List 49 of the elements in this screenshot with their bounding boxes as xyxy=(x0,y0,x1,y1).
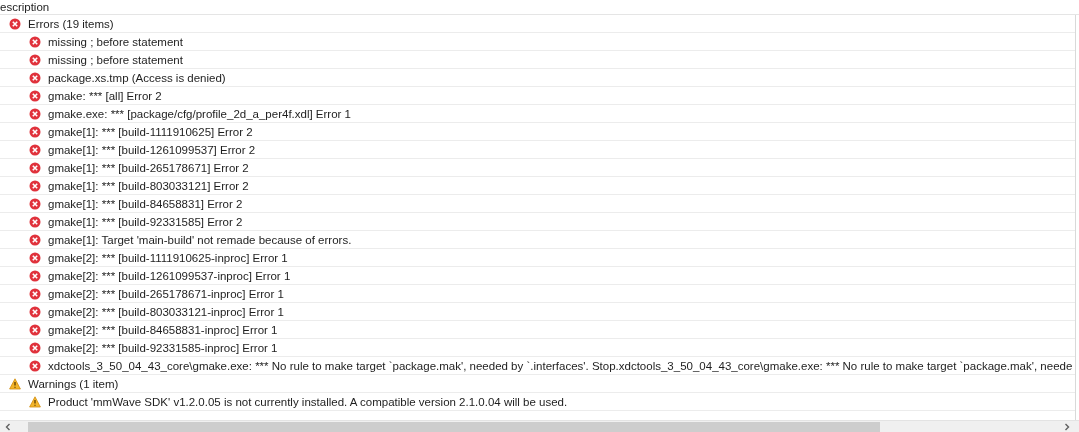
error-icon xyxy=(29,53,41,66)
problem-text[interactable]: missing ; before statement xyxy=(48,51,183,68)
error-icon xyxy=(29,89,41,102)
problem-text[interactable]: xdctools_3_50_04_43_core\gmake.exe: *** No rule to make target `package.mak', needed by `.interfaces'. Stop.xdctools_3_50_04_43_core\gmake.exe: *** No rule to make target `package.mak', neede xyxy=(48,357,1073,374)
problem-text[interactable]: gmake.exe: *** [package/cfg/profile_2d_a_per4f.xdl] Error 1 xyxy=(48,105,351,122)
problem-text[interactable]: gmake: *** [all] Error 2 xyxy=(48,87,162,104)
problem-text[interactable]: Product 'mmWave SDK' v1.2.0.05 is not currently installed. A compatible version 2.1.0.04 will be used. xyxy=(48,393,568,410)
error-icon xyxy=(29,161,41,174)
problem-text[interactable]: gmake[1]: *** [build-1111910625] Error 2 xyxy=(48,123,253,140)
error-icon xyxy=(29,323,41,336)
error-icon xyxy=(29,233,41,246)
problem-text[interactable]: gmake[1]: *** [build-803033121] Error 2 xyxy=(48,177,249,194)
error-icon xyxy=(29,341,41,354)
scrollbar-thumb[interactable] xyxy=(28,421,880,432)
error-icon xyxy=(29,125,41,138)
problem-text[interactable]: gmake[1]: *** [build-1261099537] Error 2 xyxy=(48,141,256,158)
horizontal-scrollbar[interactable] xyxy=(0,420,1079,432)
problem-text[interactable]: gmake[2]: *** [build-92331585-inproc] Error 1 xyxy=(48,339,278,356)
error-icon xyxy=(29,107,41,120)
error-icon xyxy=(29,143,41,156)
error-icon xyxy=(29,71,41,84)
error-icon xyxy=(29,359,41,372)
problem-text[interactable]: gmake[1]: *** [build-92331585] Error 2 xyxy=(48,213,243,230)
error-icon xyxy=(29,251,41,264)
problem-text[interactable]: gmake[2]: *** [build-1261099537-inproc] Error 1 xyxy=(48,267,291,284)
warning-icon xyxy=(29,395,41,408)
problem-text[interactable]: missing ; before statement xyxy=(48,33,183,50)
scroll-right-icon[interactable] xyxy=(1063,422,1071,431)
problem-text[interactable]: Errors (19 items) xyxy=(28,15,114,32)
error-icon xyxy=(29,269,41,282)
problem-text[interactable]: package.xs.tmp (Access is denied) xyxy=(48,69,226,86)
problem-text[interactable]: gmake[2]: *** [build-84658831-inproc] Error 1 xyxy=(48,321,278,338)
problem-text[interactable]: Warnings (1 item) xyxy=(28,375,119,392)
problem-text[interactable]: gmake[2]: *** [build-265178671-inproc] Error 1 xyxy=(48,285,284,302)
problem-text[interactable]: gmake[1]: *** [build-84658831] Error 2 xyxy=(48,195,243,212)
error-icon xyxy=(29,179,41,192)
problem-text[interactable]: gmake[2]: *** [build-1111910625-inproc] Error 1 xyxy=(48,249,288,266)
error-icon xyxy=(29,35,41,48)
problem-text[interactable]: gmake[1]: *** [build-265178671] Error 2 xyxy=(48,159,249,176)
error-icon xyxy=(9,17,21,30)
error-icon xyxy=(29,305,41,318)
warning-icon xyxy=(9,377,21,390)
column-header[interactable]: escription xyxy=(0,0,50,14)
problem-text[interactable]: gmake[2]: *** [build-803033121-inproc] Error 1 xyxy=(48,303,284,320)
error-icon xyxy=(29,215,41,228)
problem-text[interactable]: gmake[1]: Target 'main-build' not remade because of errors. xyxy=(48,231,352,248)
error-icon xyxy=(29,197,41,210)
scroll-left-icon[interactable] xyxy=(4,422,12,431)
error-icon xyxy=(29,287,41,300)
